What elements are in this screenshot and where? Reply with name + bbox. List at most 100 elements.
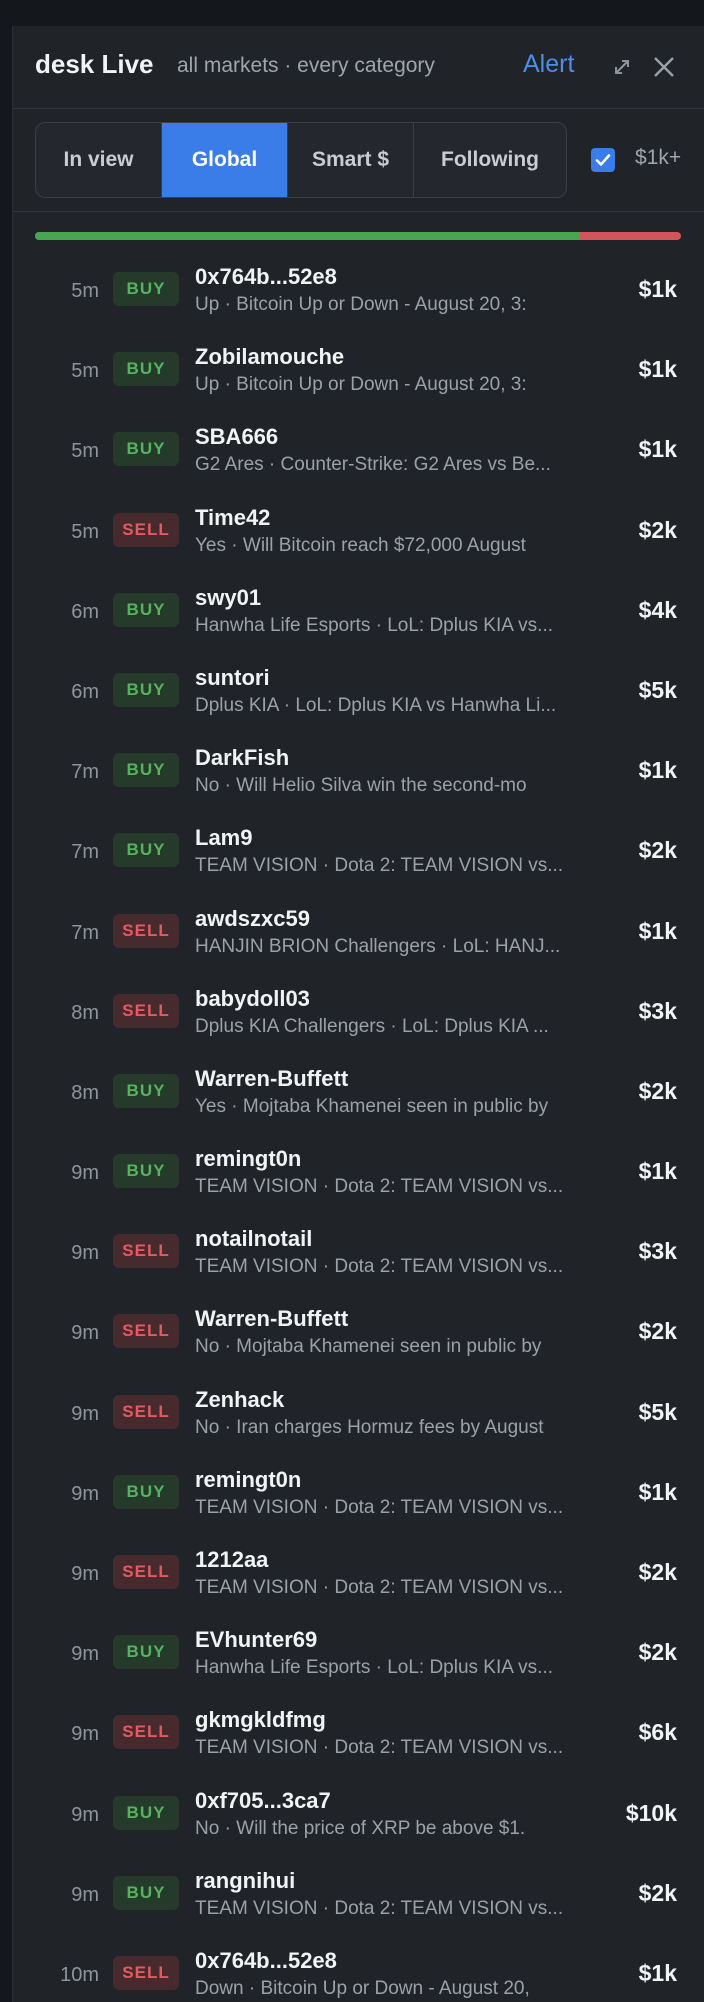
- trader-name[interactable]: suntori: [195, 665, 270, 691]
- trade-age: 5m: [71, 360, 99, 383]
- trader-name[interactable]: awdszxc59: [195, 906, 310, 932]
- market-description: Yes · Mojtaba Khamenei seen in public by: [195, 1095, 549, 1117]
- trader-name[interactable]: DarkFish: [195, 745, 289, 771]
- trade-row[interactable]: 6m BUY swy01 Hanwha Life Esports · LoL: Dpl…: [13, 573, 704, 653]
- trader-name[interactable]: babydoll03: [195, 986, 310, 1012]
- trade-row[interactable]: 9m BUY remingt0n TEAM VISION · Dota 2: TEAM…: [13, 1455, 704, 1535]
- trade-amount: $3k: [638, 1238, 677, 1265]
- trader-name[interactable]: remingt0n: [195, 1146, 301, 1172]
- trade-age: 9m: [71, 1402, 99, 1425]
- close-icon[interactable]: [649, 52, 679, 82]
- left-strip: [0, 0, 12, 2002]
- trade-amount: $10k: [625, 1799, 677, 1826]
- trade-amount: $1k: [638, 436, 677, 463]
- sell-badge: SELL: [113, 993, 179, 1028]
- trade-age: 6m: [71, 680, 99, 703]
- market-description: Up · Bitcoin Up or Down - August 20, 3:: [195, 374, 527, 396]
- trade-row[interactable]: 8m BUY Warren-Buffett Yes · Mojtaba Khamene…: [13, 1054, 704, 1134]
- tab-in-view[interactable]: In view: [36, 123, 162, 197]
- market-description: TEAM VISION · Dota 2: TEAM VISION vs...: [195, 1577, 564, 1598]
- trade-row[interactable]: 5m SELL Time42 Yes · Will Bitcoin reach $72…: [13, 493, 704, 573]
- market-description: No · Mojtaba Khamenei seen in public by: [195, 1336, 542, 1358]
- trade-row[interactable]: 9m BUY remingt0n TEAM VISION · Dota 2: TEAM…: [13, 1134, 704, 1214]
- trader-name[interactable]: EVhunter69: [195, 1627, 317, 1653]
- trade-row[interactable]: 9m SELL Zenhack No · Iran charges Hormuz fe…: [13, 1375, 704, 1455]
- trade-row[interactable]: 6m BUY suntori Dplus KIA · LoL: Dplus KIA v…: [13, 653, 704, 733]
- trader-name[interactable]: Zobilamouche: [195, 344, 344, 370]
- trade-age: 7m: [71, 841, 99, 864]
- trade-row[interactable]: 9m SELL gkmgkldfmg TEAM VISION · Dota 2: TE…: [13, 1695, 704, 1775]
- market-description: No · Will Helio Silva win the second-mo: [195, 775, 527, 797]
- trader-name[interactable]: Zenhack: [195, 1387, 284, 1413]
- market-description: TEAM VISION · Dota 2: TEAM VISION vs...: [195, 1256, 564, 1278]
- trader-name[interactable]: Lam9: [195, 825, 252, 851]
- trader-name[interactable]: 0x764b...52e8: [195, 1948, 337, 1974]
- divider: [13, 211, 704, 212]
- trade-age: 9m: [71, 1242, 99, 1265]
- buy-badge: BUY: [113, 833, 179, 868]
- trade-row[interactable]: 10m SELL 0x764b...52e8 Down · Bitcoin Up or…: [13, 1936, 704, 2002]
- trade-age: 9m: [71, 1162, 99, 1185]
- min-size-checkbox[interactable]: [591, 148, 615, 172]
- trade-age: 10m: [60, 1963, 99, 1986]
- market-description: HANJIN BRION Challengers · LoL: HANJ...: [195, 935, 561, 957]
- trade-amount: $4k: [638, 596, 677, 623]
- alert-button[interactable]: Alert: [523, 50, 574, 79]
- trade-row[interactable]: 5m BUY SBA666 G2 Ares · Counter-Strike: G2 …: [13, 412, 704, 492]
- trade-age: 7m: [71, 761, 99, 784]
- trade-row[interactable]: 9m SELL 1212aa TEAM VISION · Dota 2: TEAM V…: [13, 1535, 704, 1615]
- trader-name[interactable]: remingt0n: [195, 1467, 301, 1493]
- trade-age: 9m: [71, 1322, 99, 1345]
- buy-badge: BUY: [113, 753, 179, 788]
- trade-row[interactable]: 9m BUY rangnihui TEAM VISION · Dota 2: TEAM…: [13, 1856, 704, 1936]
- trade-amount: $2k: [638, 1318, 677, 1345]
- trader-name[interactable]: 1212aa: [195, 1547, 268, 1573]
- trader-name[interactable]: SBA666: [195, 424, 278, 450]
- market-description: No · Will the price of XRP be above $1.: [195, 1817, 526, 1839]
- trader-name[interactable]: notailnotail: [195, 1226, 312, 1252]
- trader-name[interactable]: rangnihui: [195, 1868, 295, 1894]
- trade-row[interactable]: 9m BUY EVhunter69 Hanwha Life Esports · LoL…: [13, 1615, 704, 1695]
- trade-age: 9m: [71, 1482, 99, 1505]
- buy-badge: BUY: [113, 352, 179, 387]
- trade-row[interactable]: 9m SELL notailnotail TEAM VISION · Dota 2: …: [13, 1214, 704, 1294]
- scope-tabs: In view Global Smart $ Following: [35, 122, 567, 198]
- trade-age: 6m: [71, 600, 99, 623]
- tab-smart-money[interactable]: Smart $: [288, 123, 414, 197]
- trade-age: 7m: [71, 921, 99, 944]
- trade-row[interactable]: 5m BUY 0x764b...52e8 Up · Bitcoin Up or Dow…: [13, 252, 704, 332]
- trade-row[interactable]: 7m BUY Lam9 TEAM VISION · Dota 2: TEAM VISI…: [13, 813, 704, 893]
- buy-badge: BUY: [113, 592, 179, 627]
- expand-icon[interactable]: [607, 52, 637, 82]
- trade-row[interactable]: 7m SELL awdszxc59 HANJIN BRION Challengers …: [13, 894, 704, 974]
- tab-following[interactable]: Following: [414, 123, 566, 197]
- market-description: Up · Bitcoin Up or Down - August 20, 3:: [195, 294, 527, 315]
- buy-ratio-fill: [35, 232, 580, 240]
- trader-name[interactable]: 0xf705...3ca7: [195, 1788, 331, 1814]
- trader-name[interactable]: gkmgkldfmg: [195, 1707, 326, 1733]
- tab-global[interactable]: Global: [162, 123, 288, 197]
- trade-amount: $2k: [638, 1077, 677, 1104]
- trade-amount: $2k: [638, 1879, 677, 1906]
- trader-name[interactable]: Warren-Buffett: [195, 1066, 348, 1092]
- trade-amount: $1k: [638, 356, 677, 383]
- trader-name[interactable]: swy01: [195, 585, 261, 611]
- trade-row[interactable]: 9m BUY 0xf705...3ca7 No · Will the price of…: [13, 1776, 704, 1856]
- trade-amount: $1k: [638, 917, 677, 944]
- trade-row[interactable]: 9m SELL Warren-Buffett No · Mojtaba Khamene…: [13, 1294, 704, 1374]
- trade-age: 5m: [71, 440, 99, 463]
- buy-sell-ratio-bar: [35, 232, 681, 240]
- trade-row[interactable]: 7m BUY DarkFish No · Will Helio Silva win t…: [13, 733, 704, 813]
- trader-name[interactable]: Warren-Buffett: [195, 1306, 348, 1332]
- trader-name[interactable]: 0x764b...52e8: [195, 264, 337, 290]
- trader-name[interactable]: Time42: [195, 505, 270, 531]
- trade-row[interactable]: 8m SELL babydoll03 Dplus KIA Challengers · …: [13, 974, 704, 1054]
- market-description: G2 Ares · Counter-Strike: G2 Ares vs Be.…: [195, 454, 551, 476]
- trade-age: 9m: [71, 1643, 99, 1666]
- trade-amount: $1k: [638, 1478, 677, 1505]
- trade-row[interactable]: 5m BUY Zobilamouche Up · Bitcoin Up or Down…: [13, 332, 704, 412]
- buy-badge: BUY: [113, 272, 179, 306]
- trade-amount: $1k: [638, 757, 677, 784]
- sell-badge: SELL: [113, 512, 179, 547]
- market-description: TEAM VISION · Dota 2: TEAM VISION vs...: [195, 1176, 564, 1198]
